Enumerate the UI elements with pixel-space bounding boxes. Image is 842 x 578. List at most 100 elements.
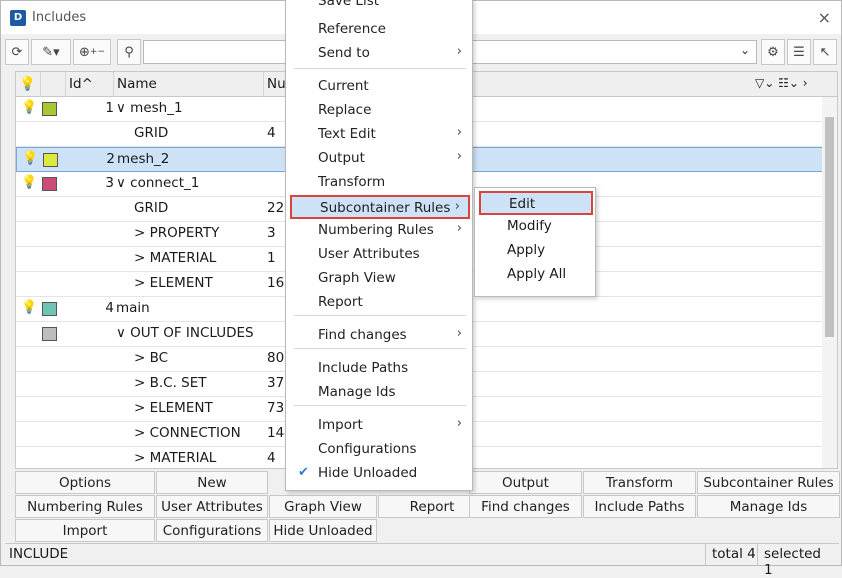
button-row-2: Numbering Rules User Attributes Graph View… xyxy=(15,495,840,518)
menu-item-hide-unloaded[interactable]: Hide Unloaded ✔ xyxy=(290,462,470,486)
menu-item-import[interactable]: Import › xyxy=(290,414,470,438)
manage-ids-button[interactable]: Manage Ids xyxy=(697,495,840,518)
chevron-right-icon: › xyxy=(456,149,462,164)
menu-item-label: Save List xyxy=(318,0,380,9)
visibility-bulb-icon[interactable]: 💡 xyxy=(21,175,37,190)
search-icon[interactable]: ⚲ xyxy=(117,39,141,65)
subcontainer-rules-button[interactable]: Subcontainer Rules xyxy=(697,471,840,494)
chevron-right-icon: › xyxy=(456,416,462,431)
name-cell[interactable]: > MATERIAL xyxy=(134,447,216,468)
column-header-id[interactable]: Id^ xyxy=(66,72,114,97)
import-button[interactable]: Import xyxy=(15,519,155,542)
menu-item-manage-ids[interactable]: Manage Ids xyxy=(290,381,470,405)
menu-item-report[interactable]: Report xyxy=(290,291,470,315)
settings-icon[interactable]: ⚙ xyxy=(761,39,785,65)
status-selected: selected 1 xyxy=(757,544,839,578)
id-cell xyxy=(76,447,114,468)
output-button[interactable]: Output xyxy=(469,471,582,494)
menu-item-subcontainer-rules[interactable]: Subcontainer Rules › xyxy=(290,195,470,219)
configurations-button[interactable]: Configurations xyxy=(156,519,268,542)
submenu-item-apply-all[interactable]: Apply All xyxy=(479,263,593,287)
count-cell: 37 xyxy=(267,375,285,391)
menu-item-include-paths[interactable]: Include Paths xyxy=(290,357,470,381)
menu-item-reference[interactable]: Reference xyxy=(290,18,470,42)
status-total: total 4 xyxy=(705,544,762,566)
list-icon[interactable]: ☰ xyxy=(787,39,811,65)
color-header[interactable] xyxy=(41,72,66,97)
filter-icon[interactable]: ▽⌄ ☷⌄ › xyxy=(752,72,822,97)
id-cell xyxy=(76,122,114,146)
color-swatch[interactable] xyxy=(42,102,57,116)
name-cell[interactable]: > ELEMENT xyxy=(134,272,213,296)
menu-item-label: Graph View xyxy=(318,270,396,286)
name-cell[interactable]: > CONNECTION xyxy=(134,422,241,446)
transform-button[interactable]: Transform xyxy=(583,471,696,494)
id-cell xyxy=(76,422,114,446)
user-attributes-button[interactable]: User Attributes xyxy=(156,495,268,518)
menu-item-numbering-rules[interactable]: Numbering Rules › xyxy=(290,219,470,243)
menu-item-text-edit[interactable]: Text Edit › xyxy=(290,123,470,147)
color-swatch[interactable] xyxy=(42,177,57,191)
pointer-icon[interactable]: ↖ xyxy=(813,39,837,65)
column-header-name[interactable]: Name xyxy=(114,72,264,97)
include-paths-button[interactable]: Include Paths xyxy=(583,495,696,518)
visibility-bulb-icon[interactable]: 💡 xyxy=(22,151,38,166)
name-cell[interactable]: GRID xyxy=(134,197,168,221)
name-cell[interactable]: > MATERIAL xyxy=(134,247,216,271)
menu-item-transform[interactable]: Transform xyxy=(290,171,470,195)
name-cell[interactable]: > B.C. SET xyxy=(134,372,207,396)
menu-item-label: Hide Unloaded xyxy=(318,465,418,481)
vertical-scrollbar[interactable] xyxy=(822,97,837,468)
color-swatch[interactable] xyxy=(42,302,57,316)
menu-item-send-to[interactable]: Send to › xyxy=(290,42,470,66)
color-swatch[interactable] xyxy=(42,327,57,341)
name-cell[interactable]: > PROPERTY xyxy=(134,222,219,246)
name-cell[interactable]: mesh_2 xyxy=(117,148,169,172)
id-cell xyxy=(76,197,114,221)
count-cell: 4 xyxy=(267,450,276,466)
name-cell[interactable]: GRID xyxy=(134,122,168,146)
scrollbar-thumb[interactable] xyxy=(825,117,834,337)
highlighter-icon[interactable]: ✎▾ xyxy=(31,39,71,65)
visibility-bulb-icon[interactable]: 💡 xyxy=(21,100,37,115)
id-cell: 2 xyxy=(106,151,115,167)
name-cell[interactable]: > ELEMENT xyxy=(134,397,213,421)
menu-item-output[interactable]: Output › xyxy=(290,147,470,171)
count-cell: 1 xyxy=(267,250,276,266)
close-icon[interactable]: × xyxy=(818,8,831,27)
zoom-icon[interactable]: ⊕ +− xyxy=(73,39,111,65)
status-bar: INCLUDE total 4 selected 1 xyxy=(5,543,839,578)
name-cell[interactable]: > BC xyxy=(134,347,168,371)
menu-item-save-list[interactable]: Save List xyxy=(290,0,470,14)
hide-unloaded-button[interactable]: Hide Unloaded xyxy=(269,519,377,542)
menu-item-current[interactable]: Current xyxy=(290,75,470,99)
menu-item-label: Configurations xyxy=(318,441,417,457)
visibility-bulb-icon[interactable]: 💡 xyxy=(21,300,37,315)
chevron-right-icon: › xyxy=(456,221,462,236)
color-swatch[interactable] xyxy=(43,153,58,167)
chevron-down-icon[interactable]: ⌄ xyxy=(740,43,750,57)
id-cell xyxy=(76,222,114,246)
name-cell[interactable]: main xyxy=(116,297,150,321)
numbering-rules-button[interactable]: Numbering Rules xyxy=(15,495,155,518)
submenu-item-modify[interactable]: Modify xyxy=(479,215,593,239)
find-changes-button[interactable]: Find changes xyxy=(469,495,582,518)
name-cell[interactable]: ∨ mesh_1 xyxy=(116,97,183,121)
graph-view-button[interactable]: Graph View xyxy=(269,495,377,518)
id-cell xyxy=(76,397,114,421)
refresh-icon[interactable]: ⟳ xyxy=(5,39,29,65)
submenu-item-apply[interactable]: Apply xyxy=(479,239,593,263)
menu-item-find-changes[interactable]: Find changes › xyxy=(290,324,470,348)
count-cell: 4 xyxy=(267,125,276,141)
subcontainer-rules-submenu: Edit Modify Apply Apply All xyxy=(474,187,596,297)
menu-item-user-attributes[interactable]: User Attributes xyxy=(290,243,470,267)
submenu-item-edit[interactable]: Edit xyxy=(479,191,593,215)
menu-item-replace[interactable]: Replace xyxy=(290,99,470,123)
bulb-header-icon[interactable]: 💡 xyxy=(16,72,41,97)
name-cell[interactable]: ∨ connect_1 xyxy=(116,172,199,196)
name-cell[interactable]: ∨ OUT OF INCLUDES xyxy=(116,322,254,346)
new-button[interactable]: New xyxy=(156,471,268,494)
menu-item-graph-view[interactable]: Graph View xyxy=(290,267,470,291)
menu-item-configurations[interactable]: Configurations xyxy=(290,438,470,462)
options-button[interactable]: Options xyxy=(15,471,155,494)
